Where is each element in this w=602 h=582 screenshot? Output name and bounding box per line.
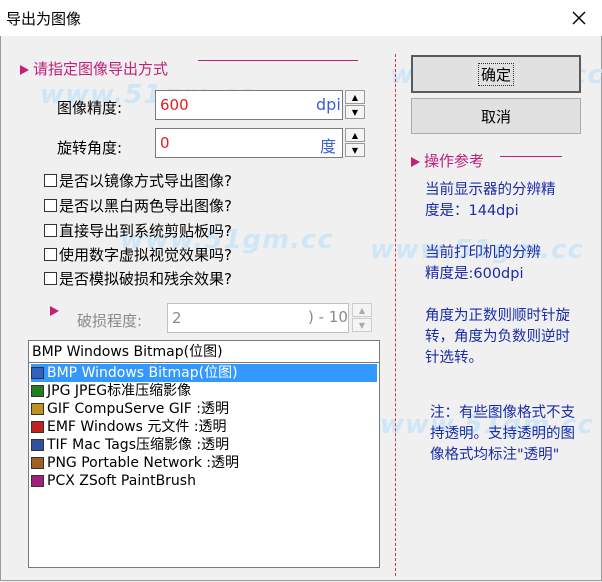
title-bar: 导出为图像 — [0, 0, 602, 36]
divider — [198, 60, 358, 61]
damage-range: ) - 10 — [308, 308, 348, 326]
png-icon — [31, 457, 44, 469]
bmp-icon — [31, 367, 44, 379]
precision-stepper[interactable]: ▲ ▼ — [345, 90, 365, 120]
divider — [500, 156, 562, 157]
display-resolution-info: 当前显示器的分辨精度是：144dpi — [425, 182, 556, 219]
rotation-info: 角度为正数则顺时针旋转，角度为负数则逆时针选转。 — [425, 308, 570, 366]
format-list[interactable]: BMP Windows Bitmap(位图) BMP Windows Bitma… — [28, 340, 380, 568]
divider — [395, 54, 396, 576]
printer-resolution-info: 当前打印机的分辨精度是:600dpi — [425, 245, 541, 282]
rotation-unit: 度 — [320, 137, 337, 156]
transparency-note: 注：有些图像格式不支持透明。支持透明的图像格式均标注"透明" — [430, 405, 575, 463]
precision-value: 600 — [160, 96, 189, 114]
precision-unit: dpi — [316, 95, 341, 114]
spin-up-icon[interactable]: ▲ — [352, 303, 372, 317]
checkbox-box[interactable] — [44, 248, 57, 261]
cancel-button[interactable]: 取消 — [411, 98, 581, 134]
window-title: 导出为图像 — [6, 10, 82, 28]
checkbox-box[interactable] — [44, 272, 57, 285]
tif-icon — [31, 439, 44, 451]
arrow-icon — [50, 306, 59, 316]
list-item[interactable]: GIF CompuServe GIF :透明 — [31, 400, 377, 418]
pcx-icon — [31, 475, 44, 487]
close-button[interactable] — [556, 0, 602, 36]
list-item[interactable]: JPG JPEG标准压缩影像 — [31, 382, 377, 400]
list-item[interactable]: EMF Windows 元文件 :透明 — [31, 418, 377, 436]
damage-field[interactable]: 2 ) - 10 — [167, 303, 349, 333]
spin-down-icon[interactable]: ▼ — [345, 143, 365, 157]
list-item[interactable]: BMP Windows Bitmap(位图) — [31, 364, 377, 382]
jpg-icon — [31, 385, 44, 397]
section-title-export: 请指定图像导出方式 — [20, 58, 168, 79]
precision-field[interactable]: 600 dpi — [155, 90, 343, 120]
arrow-icon — [411, 156, 420, 167]
list-item[interactable]: PCX ZSoft PaintBrush — [31, 472, 377, 490]
precision-label: 图像精度: — [57, 99, 123, 117]
arrow-icon — [20, 64, 29, 75]
damage-stepper[interactable]: ▲ ▼ — [352, 303, 372, 333]
spin-down-icon[interactable]: ▼ — [352, 318, 372, 332]
rotation-value: 0 — [160, 134, 170, 152]
damage-label: 破损程度: — [77, 312, 143, 330]
checkbox-damage[interactable]: 是否模拟破损和残余效果? — [44, 268, 232, 289]
gif-icon — [31, 403, 44, 415]
rotation-stepper[interactable]: ▲ ▼ — [345, 128, 365, 158]
spin-up-icon[interactable]: ▲ — [345, 128, 365, 142]
checkbox-box[interactable] — [44, 224, 57, 237]
checkbox-mirror[interactable]: 是否以镜像方式导出图像? — [44, 170, 232, 191]
checkbox-bw[interactable]: 是否以黑白两色导出图像? — [44, 195, 232, 216]
rotation-field[interactable]: 0 度 — [155, 128, 343, 158]
section-title-reference: 操作参考 — [411, 150, 484, 171]
emf-icon — [31, 421, 44, 433]
ok-button[interactable]: 确定 — [411, 55, 581, 93]
spin-down-icon[interactable]: ▼ — [345, 105, 365, 119]
checkbox-clipboard[interactable]: 直接导出到系统剪贴板吗? — [44, 220, 232, 241]
list-item[interactable]: TIF Mac Tags压缩影像 :透明 — [31, 436, 377, 454]
checkbox-box[interactable] — [44, 199, 57, 212]
format-selected[interactable]: BMP Windows Bitmap(位图) — [29, 341, 379, 363]
damage-value: 2 — [172, 309, 182, 327]
close-icon — [572, 11, 586, 25]
checkbox-box[interactable] — [44, 174, 57, 187]
list-item[interactable]: PNG Portable Network :透明 — [31, 454, 377, 472]
rotation-label: 旋转角度: — [57, 139, 123, 157]
spin-up-icon[interactable]: ▲ — [345, 90, 365, 104]
checkbox-digital[interactable]: 使用数字虚拟视觉效果吗? — [44, 244, 232, 265]
